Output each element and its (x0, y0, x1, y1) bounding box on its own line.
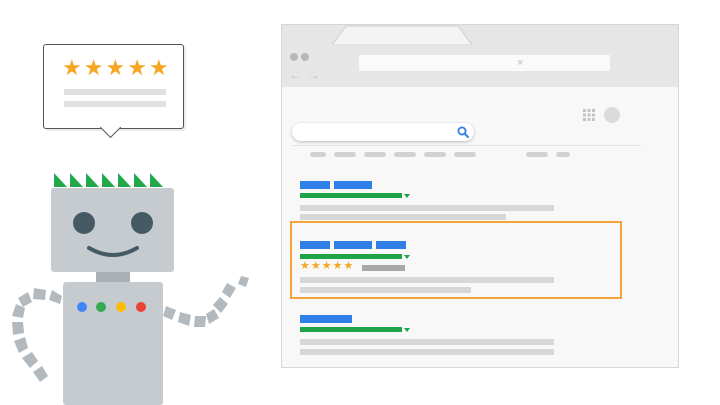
robot-button-red (136, 302, 146, 312)
address-bar[interactable]: × (359, 55, 610, 71)
robot-left-arm (12, 288, 62, 382)
result-title[interactable] (300, 181, 330, 189)
search-tab[interactable] (334, 152, 356, 157)
robot-left-eye (73, 212, 95, 234)
star-icon: ★ (127, 55, 147, 80)
forward-arrow-icon[interactable]: → (308, 69, 320, 81)
browser-titlebar: × ← → (282, 25, 678, 87)
result-title[interactable] (334, 241, 372, 249)
search-tab[interactable] (526, 152, 548, 157)
robot-hair (54, 173, 163, 187)
apps-grid-icon[interactable] (583, 109, 595, 121)
star-icon: ★ (332, 260, 343, 272)
robot-button-yellow (116, 302, 126, 312)
bubble-star-rating: ★ ★ ★ ★ ★ (62, 56, 172, 80)
search-tabs-divider (292, 145, 641, 146)
browser-tab[interactable] (332, 25, 472, 45)
result-title[interactable] (300, 315, 352, 323)
result-snippet (300, 277, 554, 283)
star-icon: ★ (62, 55, 82, 80)
review-text-placeholder (64, 89, 166, 95)
window-control[interactable] (290, 53, 298, 61)
browser-window: × ← → ★ ★ ★ ★ ★ (281, 24, 679, 368)
result-snippet (300, 349, 554, 355)
chevron-down-icon[interactable] (404, 194, 410, 198)
robot-right-eye (131, 212, 153, 234)
chevron-down-icon[interactable] (404, 255, 410, 259)
result-snippet (300, 339, 554, 345)
result-url (300, 327, 402, 332)
star-icon: ★ (148, 55, 169, 80)
result-url (300, 193, 402, 198)
search-input[interactable] (292, 123, 474, 141)
result-title[interactable] (334, 181, 372, 189)
review-text-placeholder (64, 101, 166, 107)
star-icon: ★ (343, 260, 354, 272)
result-snippet (300, 214, 506, 220)
search-tab[interactable] (310, 152, 326, 157)
result-snippet (300, 205, 554, 211)
search-tab[interactable] (364, 152, 386, 157)
result-snippet (300, 287, 471, 293)
window-control[interactable] (301, 53, 309, 61)
robot-head (51, 188, 174, 272)
star-icon: ★ (300, 260, 310, 272)
star-icon: ★ (310, 260, 321, 272)
result-title[interactable] (376, 241, 406, 249)
search-tab[interactable] (454, 152, 476, 157)
chevron-down-icon[interactable] (404, 328, 410, 332)
result-url (300, 254, 402, 259)
avatar[interactable] (604, 107, 620, 123)
search-tab[interactable] (394, 152, 416, 157)
result-star-rating: ★ ★ ★ ★ ★ (300, 261, 353, 272)
star-icon: ★ (321, 260, 332, 272)
search-tab[interactable] (424, 152, 446, 157)
robot-neck (96, 272, 130, 282)
close-icon[interactable]: × (517, 55, 523, 71)
robot-button-green (96, 302, 106, 312)
robot-body (63, 282, 163, 405)
robot-button-blue (77, 302, 87, 312)
search-tab[interactable] (556, 152, 570, 157)
search-icon[interactable] (457, 126, 469, 138)
star-icon: ★ (105, 55, 126, 80)
back-arrow-icon[interactable]: ← (289, 69, 301, 81)
star-icon: ★ (83, 55, 104, 80)
rating-count (362, 265, 405, 271)
robot-right-arm (163, 276, 249, 327)
result-title[interactable] (300, 241, 330, 249)
